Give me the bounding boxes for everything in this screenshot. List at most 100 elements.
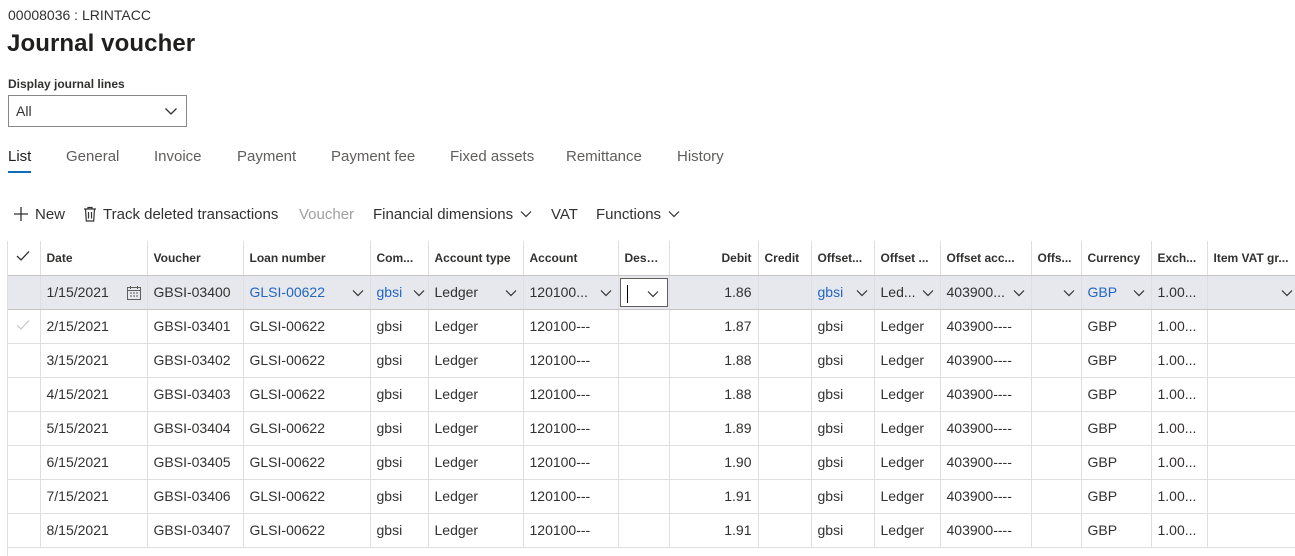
- date-cell[interactable]: 1/15/2021: [40, 275, 148, 310]
- table-row[interactable]: 7/15/2021 GBSI-03406 GLSI-00622 gbsi Ledger 1…: [7, 479, 1295, 514]
- debit-cell[interactable]: 1.91: [669, 479, 759, 514]
- loan-number-cell[interactable]: GLSI-00622: [243, 445, 371, 480]
- financial-dimensions-menu[interactable]: Financial dimensions: [373, 202, 532, 226]
- date-cell[interactable]: 5/15/2021: [40, 411, 148, 446]
- row-checkbox[interactable]: [7, 275, 41, 310]
- offset-other-cell[interactable]: [1031, 377, 1082, 412]
- chevron-down-icon[interactable]: [505, 287, 517, 299]
- company-link[interactable]: gbsi: [377, 284, 403, 300]
- account-cell[interactable]: 120100---: [523, 513, 619, 548]
- offset-other-cell[interactable]: [1031, 275, 1082, 310]
- item-vat-group-cell[interactable]: [1207, 377, 1295, 412]
- offset-account-type-cell[interactable]: Led...: [874, 275, 941, 310]
- tab-general[interactable]: General: [66, 146, 119, 172]
- offset-company-cell[interactable]: gbsi: [811, 309, 875, 344]
- offset-company-cell[interactable]: gbsi: [811, 479, 875, 514]
- date-cell[interactable]: 7/15/2021: [40, 479, 148, 514]
- tab-fixed-assets[interactable]: Fixed assets: [450, 146, 534, 172]
- voucher-cell[interactable]: GBSI-03401: [147, 309, 244, 344]
- voucher-cell[interactable]: GBSI-03407: [147, 513, 244, 548]
- credit-cell[interactable]: [758, 275, 812, 310]
- company-cell[interactable]: gbsi: [370, 411, 429, 446]
- offset-account-cell[interactable]: 403900----: [940, 445, 1032, 480]
- currency-link[interactable]: GBP: [1088, 284, 1118, 300]
- account-cell[interactable]: 120100---: [523, 343, 619, 378]
- exchange-rate-cell[interactable]: 1.00...: [1151, 479, 1208, 514]
- tab-payment[interactable]: Payment: [237, 146, 296, 172]
- column-header-company[interactable]: Com...: [370, 241, 429, 276]
- exchange-rate-cell[interactable]: 1.00...: [1151, 513, 1208, 548]
- chevron-down-icon[interactable]: [352, 287, 364, 299]
- row-checkbox[interactable]: [7, 377, 41, 412]
- currency-cell[interactable]: GBP: [1081, 275, 1152, 310]
- chevron-down-icon[interactable]: [1133, 287, 1145, 299]
- exchange-rate-cell[interactable]: 1.00...: [1151, 275, 1208, 310]
- offset-account-type-cell[interactable]: Ledger: [874, 513, 941, 548]
- account-cell[interactable]: 120100...: [523, 275, 619, 310]
- exchange-rate-cell[interactable]: 1.00...: [1151, 377, 1208, 412]
- offset-company-cell[interactable]: gbsi: [811, 513, 875, 548]
- offset-account-type-cell[interactable]: Ledger: [874, 445, 941, 480]
- company-cell[interactable]: gbsi: [370, 309, 429, 344]
- account-type-cell[interactable]: Ledger: [428, 513, 524, 548]
- offset-account-type-cell[interactable]: Ledger: [874, 343, 941, 378]
- voucher-cell[interactable]: GBSI-03404: [147, 411, 244, 446]
- loan-number-cell[interactable]: GLSI-00622: [243, 275, 371, 310]
- tab-invoice[interactable]: Invoice: [154, 146, 202, 172]
- description-cell[interactable]: [618, 513, 670, 548]
- loan-number-cell[interactable]: GLSI-00622: [243, 309, 371, 344]
- select-all-checkbox[interactable]: [7, 241, 41, 276]
- functions-menu[interactable]: Functions: [596, 202, 680, 226]
- item-vat-group-cell[interactable]: [1207, 445, 1295, 480]
- company-cell[interactable]: gbsi: [370, 275, 429, 310]
- account-type-cell[interactable]: Ledger: [428, 309, 524, 344]
- chevron-down-icon[interactable]: [647, 288, 659, 300]
- track-deleted-transactions-button[interactable]: Track deleted transactions: [83, 202, 278, 226]
- offset-other-cell[interactable]: [1031, 309, 1082, 344]
- date-cell[interactable]: 8/15/2021: [40, 513, 148, 548]
- column-header-item-vat-group[interactable]: Item VAT gr...: [1207, 241, 1295, 276]
- currency-cell[interactable]: GBP: [1081, 377, 1152, 412]
- offset-account-cell[interactable]: 403900----: [940, 513, 1032, 548]
- offset-account-type-cell[interactable]: Ledger: [874, 377, 941, 412]
- new-button[interactable]: New: [13, 202, 65, 226]
- chevron-down-icon[interactable]: [1013, 287, 1025, 299]
- credit-cell[interactable]: [758, 445, 812, 480]
- voucher-button[interactable]: Voucher: [299, 202, 354, 226]
- loan-number-cell[interactable]: GLSI-00622: [243, 343, 371, 378]
- offset-account-cell[interactable]: 403900...: [940, 275, 1032, 310]
- display-journal-lines-select[interactable]: All: [8, 95, 187, 127]
- company-cell[interactable]: gbsi: [370, 343, 429, 378]
- tab-list[interactable]: List: [8, 146, 32, 173]
- offset-account-type-cell[interactable]: Ledger: [874, 411, 941, 446]
- description-cell[interactable]: [618, 343, 670, 378]
- column-header-offset-account-type[interactable]: Offset ...: [874, 241, 941, 276]
- account-type-cell[interactable]: Ledger: [428, 479, 524, 514]
- offset-other-cell[interactable]: [1031, 343, 1082, 378]
- company-cell[interactable]: gbsi: [370, 377, 429, 412]
- offset-company-cell[interactable]: gbsi: [811, 275, 875, 310]
- item-vat-group-cell[interactable]: [1207, 309, 1295, 344]
- voucher-cell[interactable]: GBSI-03405: [147, 445, 244, 480]
- column-header-account-type[interactable]: Account type: [428, 241, 524, 276]
- table-row[interactable]: 4/15/2021 GBSI-03403 GLSI-00622 gbsi Ledger 1…: [7, 377, 1295, 412]
- column-header-currency[interactable]: Currency: [1081, 241, 1152, 276]
- account-type-cell[interactable]: Ledger: [428, 445, 524, 480]
- column-header-loan-number[interactable]: Loan number: [243, 241, 371, 276]
- account-cell[interactable]: 120100---: [523, 445, 619, 480]
- credit-cell[interactable]: [758, 309, 812, 344]
- item-vat-group-cell[interactable]: [1207, 513, 1295, 548]
- row-checkbox[interactable]: [7, 309, 41, 344]
- debit-cell[interactable]: 1.88: [669, 343, 759, 378]
- description-cell[interactable]: [618, 309, 670, 344]
- date-cell[interactable]: 6/15/2021: [40, 445, 148, 480]
- account-type-cell[interactable]: Ledger: [428, 343, 524, 378]
- offset-account-cell[interactable]: 403900----: [940, 343, 1032, 378]
- offset-other-cell[interactable]: [1031, 411, 1082, 446]
- column-header-exchange-rate[interactable]: Exch...: [1151, 241, 1208, 276]
- debit-cell[interactable]: 1.91: [669, 513, 759, 548]
- table-row[interactable]: 5/15/2021 GBSI-03404 GLSI-00622 gbsi Ledger 1…: [7, 411, 1295, 446]
- table-row[interactable]: 3/15/2021 GBSI-03402 GLSI-00622 gbsi Ledger 1…: [7, 343, 1295, 378]
- loan-number-cell[interactable]: GLSI-00622: [243, 411, 371, 446]
- date-cell[interactable]: 2/15/2021: [40, 309, 148, 344]
